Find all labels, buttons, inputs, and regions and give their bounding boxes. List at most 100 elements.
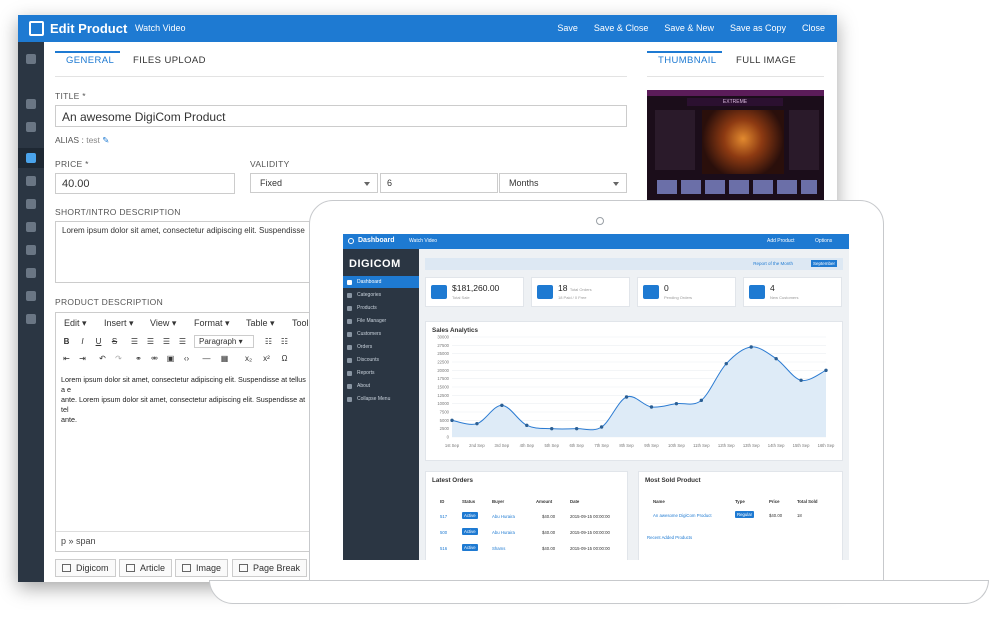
image-button[interactable]: Image [175, 559, 229, 577]
tab-general[interactable]: GENERAL [66, 55, 114, 66]
page-break-button[interactable]: Page Break [232, 559, 308, 577]
article-button[interactable]: Article [119, 559, 173, 577]
menu-orders[interactable]: Orders [343, 341, 419, 353]
save-copy-button[interactable]: Save as Copy [730, 23, 786, 33]
tab-full-image[interactable]: FULL IMAGE [736, 55, 796, 66]
menu-products[interactable]: Products [343, 302, 419, 314]
menu-insert[interactable]: Insert ▾ [104, 318, 134, 329]
data-point [624, 395, 629, 399]
product-thumbnail[interactable]: EXTREME [647, 90, 824, 202]
chart-title: Sales Analytics [432, 327, 478, 334]
watch-video-link[interactable]: Watch Video [135, 23, 186, 33]
dashboard-sidebar: DIGICOM Dashboard Categories Products Fi… [343, 249, 419, 560]
add-product-button[interactable]: Add Product [767, 238, 795, 244]
menu-categories[interactable]: Categories [343, 289, 419, 301]
align-center-icon[interactable]: ☰ [144, 335, 157, 348]
menu-file-manager[interactable]: File Manager [343, 315, 419, 327]
menu-view[interactable]: View ▾ [150, 318, 176, 329]
subscript-icon[interactable]: x₂ [242, 352, 255, 365]
edit-icon[interactable]: ✎ [102, 135, 109, 145]
redo-icon[interactable]: ↷ [112, 352, 125, 365]
folder-icon[interactable] [26, 122, 36, 132]
price-input[interactable]: 40.00 [55, 173, 235, 194]
numbered-list-icon[interactable]: ☷ [278, 335, 291, 348]
help-icon[interactable] [26, 291, 36, 301]
horizontal-rule-icon[interactable]: — [200, 352, 213, 365]
buyer-link[interactable]: Abu Huraira [492, 530, 515, 535]
report-month-badge[interactable]: September [810, 260, 837, 267]
strikethrough-icon[interactable]: S [108, 335, 121, 348]
dashboard-title: Dashboard [358, 237, 395, 244]
options-button[interactable]: Options [815, 238, 832, 244]
status-badge: Active [462, 544, 478, 551]
menu-collapse[interactable]: Collapse Menu [343, 393, 419, 405]
validity-unit-select[interactable]: Months [499, 173, 627, 193]
watch-video-link[interactable]: Watch Video [409, 238, 437, 244]
image-icon[interactable]: ▣ [164, 352, 177, 365]
y-tick-label: 17500 [437, 376, 449, 381]
product-link[interactable]: An awesome DigiCom Product [653, 513, 712, 518]
save-button[interactable]: Save [557, 23, 578, 33]
title-input[interactable]: An awesome DigiCom Product [55, 105, 627, 127]
bullet-list-icon[interactable]: ☷ [262, 335, 275, 348]
menu-reports[interactable]: Reports [343, 367, 419, 379]
align-right-icon[interactable]: ☰ [160, 335, 173, 348]
settings-icon[interactable] [26, 314, 36, 324]
indent-icon[interactable]: ⇥ [76, 352, 89, 365]
unlink-icon[interactable]: ⚮ [148, 352, 161, 365]
customers-icon[interactable] [26, 176, 36, 186]
justify-icon[interactable]: ☰ [176, 335, 189, 348]
close-button[interactable]: Close [802, 23, 825, 33]
menu-discounts[interactable]: Discounts [343, 354, 419, 366]
outdent-icon[interactable]: ⇤ [60, 352, 73, 365]
order-id[interactable]: 500 [440, 530, 447, 535]
align-left-icon[interactable]: ☰ [128, 335, 141, 348]
special-char-icon[interactable]: Ω [278, 352, 291, 365]
buyer-link[interactable]: Shams [492, 546, 505, 551]
superscript-icon[interactable]: x² [260, 352, 273, 365]
thumb-banner: EXTREME [687, 98, 783, 106]
data-point [500, 403, 504, 408]
logo-icon[interactable] [26, 54, 36, 64]
data-point [475, 421, 479, 426]
order-amount: $40.00 [542, 530, 556, 535]
link-icon[interactable]: ⚭ [132, 352, 145, 365]
format-select[interactable]: Paragraph ▾ [194, 335, 254, 348]
users-icon[interactable] [26, 199, 36, 209]
undo-icon[interactable]: ↶ [96, 352, 109, 365]
bold-icon[interactable]: B [60, 335, 73, 348]
dashboard-icon[interactable] [26, 99, 36, 109]
menu-tools[interactable]: Tool [292, 318, 309, 328]
editor-content[interactable]: Lorem ipsum dolor sit amet, consectetur … [61, 375, 311, 425]
cart-icon[interactable] [26, 222, 36, 232]
menu-format[interactable]: Format ▾ [194, 318, 230, 329]
data-point [774, 356, 778, 361]
digicom-button[interactable]: Digicom [55, 559, 116, 577]
chart-icon[interactable] [26, 268, 36, 278]
y-tick-label: 0 [447, 435, 450, 440]
order-id[interactable]: 516 [440, 546, 447, 551]
italic-icon[interactable]: I [76, 335, 89, 348]
wrench-icon[interactable] [26, 245, 36, 255]
table-icon[interactable]: ▦ [218, 352, 231, 365]
save-close-button[interactable]: Save & Close [594, 23, 649, 33]
order-date: 2015-09-15 00:00:00 [570, 546, 610, 551]
save-new-button[interactable]: Save & New [664, 23, 714, 33]
menu-customers[interactable]: Customers [343, 328, 419, 340]
buyer-link[interactable]: Abu Huraira [492, 514, 515, 519]
underline-icon[interactable]: U [92, 335, 105, 348]
menu-dashboard[interactable]: Dashboard [343, 276, 419, 288]
tab-files-upload[interactable]: FILES UPLOAD [133, 55, 206, 66]
validity-number-input[interactable]: 6 [380, 173, 498, 193]
menu-edit[interactable]: Edit ▾ [64, 318, 87, 329]
code-icon[interactable]: ‹› [180, 352, 193, 365]
menu-table[interactable]: Table ▾ [246, 318, 275, 329]
y-tick-label: 10000 [437, 401, 449, 406]
tab-thumbnail[interactable]: THUMBNAIL [658, 55, 717, 66]
validity-type-select[interactable]: Fixed [250, 173, 378, 193]
recent-products-link[interactable]: Recent Added Products [647, 535, 692, 540]
products-icon[interactable] [26, 153, 36, 163]
page-title: Edit Product [50, 21, 128, 36]
order-id[interactable]: 517 [440, 514, 447, 519]
menu-about[interactable]: About [343, 380, 419, 392]
